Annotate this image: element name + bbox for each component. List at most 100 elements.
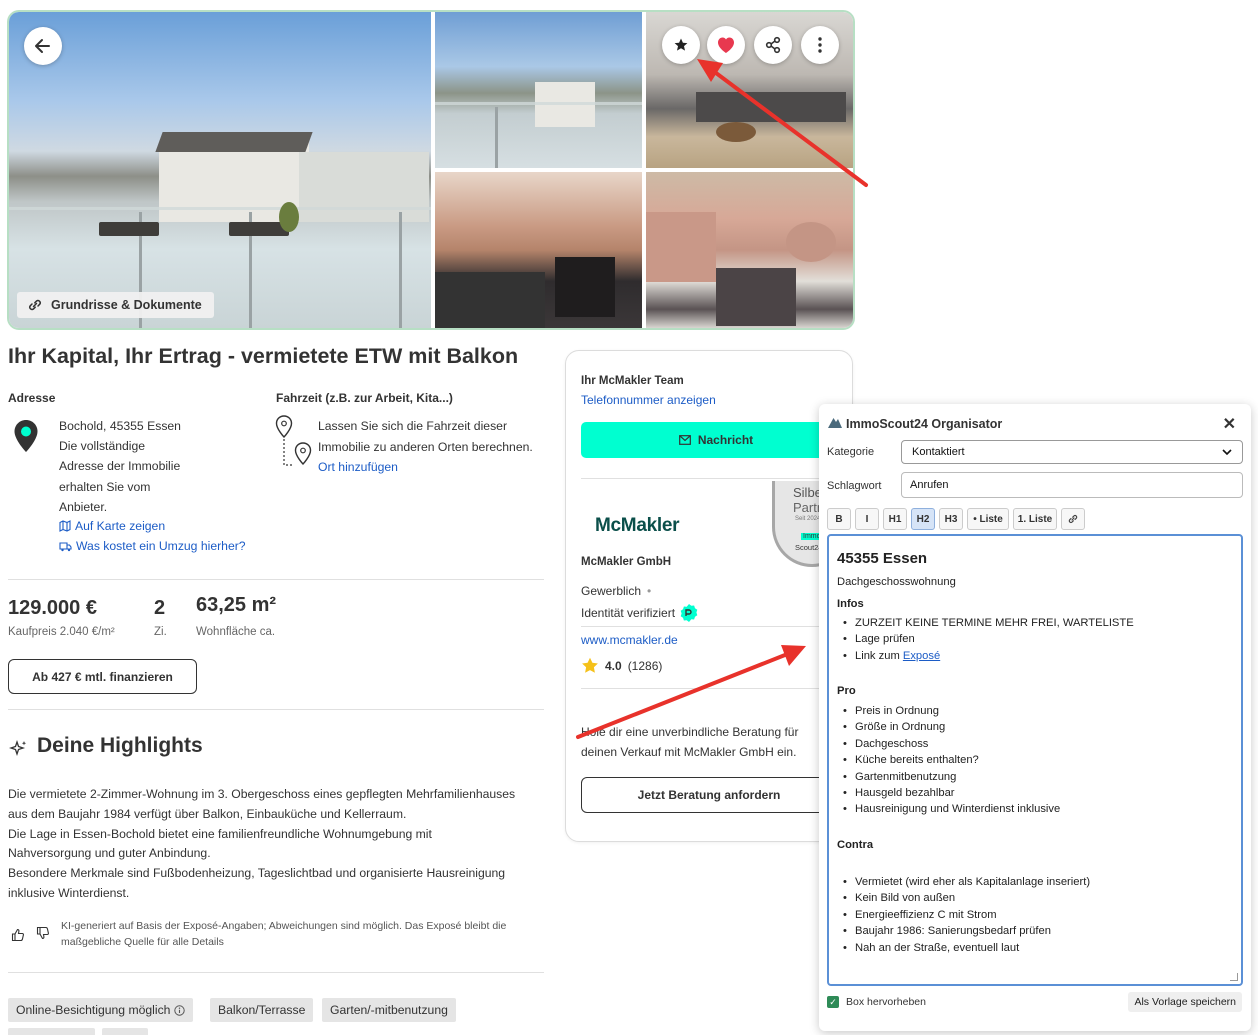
divider [8,972,544,973]
more-vertical-icon [818,37,822,53]
financing-button[interactable]: Ab 427 € mtl. finanzieren [8,659,197,694]
gallery-photo-main[interactable] [9,12,431,328]
feature-tag-partial [102,1028,148,1035]
gallery-photo-5[interactable] [646,172,853,328]
show-phone-link[interactable]: Telefonnummer anzeigen [581,393,716,407]
save-template-button[interactable]: Als Vorlage speichern [1128,992,1242,1012]
notes-heading[interactable]: 45355 Essen [837,550,927,567]
commute-label: Fahrzeit (z.B. zur Arbeit, Kita...) [276,391,453,405]
list-item[interactable]: ZURZEIT KEINE TERMINE MEHR FREI, WARTELI… [837,615,1134,632]
contra-heading[interactable]: Contra [837,839,873,851]
list-item[interactable]: Gartenmitbenutzung [837,769,1060,786]
review-count: (1286) [627,658,663,673]
contra-list[interactable]: Vermietet (wird eher als Kapitalanlage i… [837,874,1090,956]
map-icon [59,520,71,533]
promo-line: Hole dir eine unverbindliche Beratung fü… [581,725,799,739]
list-item[interactable]: Lage prüfen [837,631,1134,648]
info-icon[interactable] [174,1004,186,1016]
list-item[interactable]: Link zum Exposé [837,648,1134,665]
thumbs-down-icon[interactable] [36,926,50,940]
area-label: Wohnfläche ca. [196,626,276,638]
keyword-input[interactable]: Anrufen [901,472,1243,498]
insert-link-button[interactable] [1061,508,1085,530]
photo-gallery[interactable]: Grundrisse & Dokumente [7,10,855,330]
back-button[interactable] [24,27,62,65]
list-item[interactable]: Energieeffizienz C mit Strom [837,907,1090,924]
agent-type: Gewerblich • [581,584,651,598]
save-heart-button[interactable] [707,26,745,64]
ai-disclaimer: KI-generiert auf Basis der Exposé-Angabe… [61,918,541,950]
close-icon[interactable]: ✕ [1223,414,1236,434]
address-label: Adresse [8,391,56,405]
description-line: Nahversorgung und guter Anbindung. [8,846,211,861]
message-button[interactable]: Nachricht [581,422,851,458]
link-icon [1068,514,1078,524]
description-line: Besondere Merkmale sind Fußbodenheizung,… [8,866,506,881]
star-icon [674,38,688,51]
floorplans-documents-button[interactable]: Grundrisse & Dokumente [17,292,214,318]
description-line: Die Lage in Essen-Bochold bietet eine fa… [8,826,432,841]
list-item[interactable]: Nah an der Straße, eventuell laut [837,940,1090,957]
highlight-box-checkbox[interactable]: ✓ [827,996,839,1008]
request-consultation-button[interactable]: Jetzt Beratung anfordern [581,777,837,813]
list-item[interactable]: Kein Bild von außen [837,890,1090,907]
list-item[interactable]: Preis in Ordnung [837,703,1060,720]
infos-heading[interactable]: Infos [837,598,864,610]
list-item[interactable]: Größe in Ordnung [837,719,1060,736]
chevron-down-icon [1222,448,1232,455]
verified-badge-icon [680,604,698,622]
add-location-link[interactable]: Ort hinzufügen [318,457,398,477]
heading1-button[interactable]: H1 [883,508,907,530]
listing-title: Ihr Kapital, Ihr Ertrag - vermietete ETW… [8,344,519,368]
moving-cost-link[interactable]: Was kostet ein Umzug hierher? [59,536,246,556]
list-item-text: Link zum [855,649,903,662]
rooms-label: Zi. [154,626,167,638]
sparkle-icon [9,739,27,757]
heading3-button[interactable]: H3 [939,508,963,530]
area-value: 63,25 m² [196,594,277,616]
show-on-map-link[interactable]: Auf Karte zeigen [59,516,165,536]
feature-tag-partial [8,1028,95,1035]
resize-handle[interactable] [1230,973,1238,981]
pro-list[interactable]: Preis in Ordnung Größe in Ordnung Dachge… [837,703,1060,818]
thumbs-up-icon[interactable] [11,928,25,942]
share-button[interactable] [754,26,792,64]
heading2-button[interactable]: H2 [911,508,935,530]
list-item[interactable]: Hausreinigung und Winterdienst inklusive [837,801,1060,818]
favorite-star-button[interactable] [662,26,700,64]
italic-button[interactable]: I [855,508,879,530]
link-icon [29,299,41,311]
list-item[interactable]: Vermietet (wird eher als Kapitalanlage i… [837,874,1090,891]
arrow-left-icon [35,39,50,53]
agent-type-label: Gewerblich [581,584,642,598]
rating-star-icon [582,657,598,673]
agent-rating[interactable]: 4.0 (1286) [581,657,662,674]
price-value: 129.000 € [8,597,97,619]
notes-subheading[interactable]: Dachgeschosswohnung [837,576,956,588]
list-item[interactable]: Hausgeld bezahlbar [837,785,1060,802]
numbered-list-button[interactable]: 1. Liste [1013,508,1057,530]
list-item[interactable]: Dachgeschoss [837,736,1060,753]
feature-tag-garden: Garten/-mitbenutzung [322,998,456,1022]
list-item[interactable]: Küche bereits enthalten? [837,752,1060,769]
expose-link[interactable]: Exposé [903,650,940,662]
bold-button[interactable]: B [827,508,851,530]
description-line: inklusive Winterdienst. [8,885,130,900]
more-options-button[interactable] [801,26,839,64]
gallery-photo-2[interactable] [435,12,642,168]
description-line: aus dem Baujahr 1984 verfügt über Balkon… [8,806,407,821]
pro-heading[interactable]: Pro [837,685,856,697]
rooms-value: 2 [154,597,166,619]
organizer-title: ImmoScout24 Organisator [846,417,1003,431]
agent-website-link[interactable]: www.mcmakler.de [581,633,678,647]
location-pin-icon [14,420,38,452]
gallery-photo-4[interactable] [435,172,642,328]
category-select[interactable]: Kontaktiert [901,440,1243,464]
divider [581,688,851,689]
consultation-promo: Hole dir eine unverbindliche Beratung fü… [581,722,798,762]
bullet-list-button[interactable]: • Liste [967,508,1009,530]
moving-cost-label: Was kostet ein Umzug hierher? [76,539,246,553]
notes-editor[interactable]: 45355 Essen Dachgeschosswohnung Infos ZU… [827,534,1243,986]
list-item[interactable]: Baujahr 1986: Sanierungsbedarf prüfen [837,923,1090,940]
infos-list[interactable]: ZURZEIT KEINE TERMINE MEHR FREI, WARTELI… [837,615,1134,665]
